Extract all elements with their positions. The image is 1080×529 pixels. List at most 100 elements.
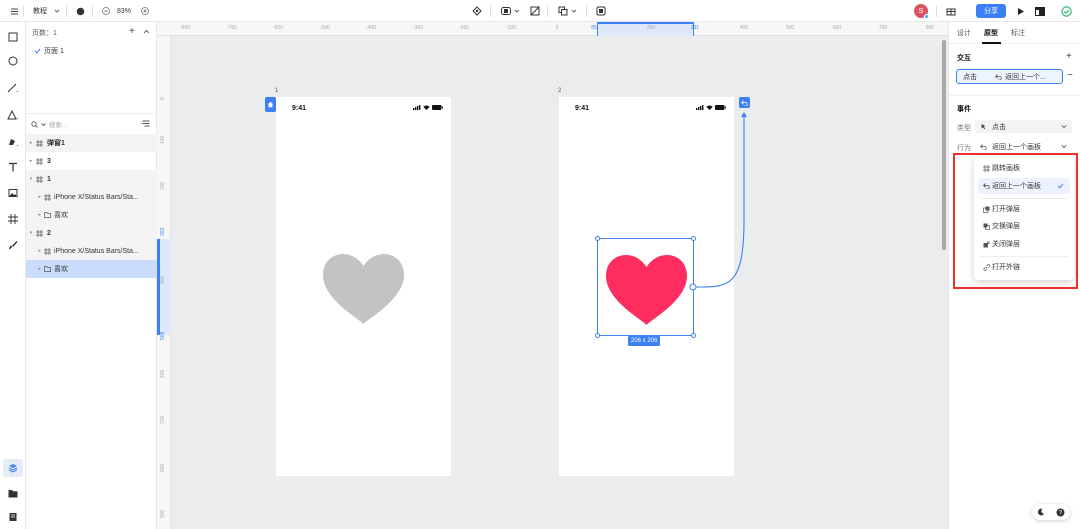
- interaction-link[interactable]: [687, 100, 757, 320]
- brush-tool-icon[interactable]: [5, 237, 21, 253]
- mask-chevron-icon[interactable]: [514, 0, 520, 22]
- ellipse-tool-icon[interactable]: [5, 53, 21, 69]
- frame-icon: [44, 193, 51, 201]
- avatar[interactable]: S: [914, 0, 929, 22]
- zoom-out-icon[interactable]: [102, 0, 110, 22]
- artboard-1[interactable]: 9:41: [276, 97, 451, 476]
- crop-icon[interactable]: [530, 0, 540, 22]
- share-button[interactable]: 分享: [976, 0, 1006, 22]
- layer-row[interactable]: ▸ 喜欢: [26, 206, 157, 224]
- tab-design[interactable]: 设计: [957, 28, 971, 38]
- library-book-icon[interactable]: [5, 509, 21, 525]
- interaction-action: 返回上一个...: [1005, 73, 1046, 81]
- layer-filter-icon[interactable]: [142, 120, 150, 129]
- frame-icon: [36, 139, 43, 147]
- tab-inspect[interactable]: 标注: [1011, 28, 1025, 38]
- help-icon[interactable]: ?: [1056, 508, 1065, 517]
- sync-status-icon: [1061, 0, 1072, 22]
- layer-row[interactable]: ▾ 1: [26, 170, 157, 188]
- frame-label: 2: [558, 88, 562, 94]
- action-select[interactable]: 返回上一个画板: [975, 140, 1072, 153]
- layer-row[interactable]: ▾ 2: [26, 224, 157, 242]
- tab-prototype[interactable]: 原型: [984, 28, 998, 38]
- layer-row[interactable]: ▸ iPhone X/Status Bars/Sta...: [26, 242, 157, 260]
- home-start-icon[interactable]: [265, 97, 276, 112]
- boolean-chevron-icon[interactable]: [571, 0, 577, 22]
- vertical-scrollbar[interactable]: [942, 40, 946, 250]
- status-icons: [413, 105, 443, 110]
- assets-folder-icon[interactable]: [5, 485, 21, 501]
- search-icon: [31, 120, 38, 128]
- add-page-icon[interactable]: +: [129, 26, 135, 37]
- page-count: 页数：1: [32, 30, 57, 37]
- back-arrow-icon: [995, 73, 1002, 80]
- page-item-label: 页面 1: [44, 48, 64, 55]
- ruler-tick-label: 509: [160, 331, 166, 340]
- image-tool-icon[interactable]: [5, 185, 21, 201]
- boolean-icon[interactable]: [558, 0, 568, 22]
- rectangle-tool-icon[interactable]: [5, 29, 21, 45]
- mask-icon[interactable]: [501, 0, 511, 22]
- ruler-tick-label: 303: [160, 227, 166, 236]
- zoom-in-icon[interactable]: [141, 0, 149, 22]
- action-label: 行为: [957, 145, 971, 152]
- status-time: 9:41: [575, 105, 590, 112]
- ruler-tick-label: 0: [555, 25, 559, 31]
- signal-icon: [413, 105, 421, 110]
- size-badge: 206 x 206: [628, 336, 661, 346]
- remove-interaction-icon[interactable]: −: [1067, 70, 1073, 81]
- ruler-tick-label: 700: [160, 415, 166, 424]
- layer-label: 2: [47, 229, 51, 237]
- layer-row-selected[interactable]: ▸ 喜欢: [26, 260, 157, 278]
- comment-icon[interactable]: [76, 0, 85, 22]
- heart-icon[interactable]: [323, 254, 404, 324]
- frame-icon[interactable]: [596, 0, 606, 22]
- layer-row[interactable]: ▸ 3: [26, 152, 157, 170]
- heart-icon[interactable]: [606, 255, 687, 325]
- file-name[interactable]: 教程: [33, 0, 47, 22]
- interaction-trigger: 点击: [963, 73, 977, 81]
- collapse-pages-icon[interactable]: [143, 28, 150, 37]
- type-select[interactable]: 点击: [975, 120, 1072, 133]
- ruler-tick-label: 600: [160, 369, 166, 378]
- selection-box[interactable]: [595, 236, 696, 338]
- frame-icon: [36, 175, 43, 183]
- action-value: 返回上一个画板: [992, 143, 1041, 151]
- file-menu-chevron-icon[interactable]: [54, 0, 60, 22]
- search-chevron-icon: [41, 122, 46, 126]
- play-icon[interactable]: [1016, 0, 1025, 22]
- text-tool-icon[interactable]: [5, 159, 21, 175]
- preview-window-icon[interactable]: [1035, 0, 1045, 22]
- pen-tool-icon[interactable]: [5, 134, 21, 150]
- tool-strip: [0, 22, 26, 529]
- frame-tool-icon[interactable]: [5, 211, 21, 227]
- ruler-tick-label: 291: [690, 25, 700, 31]
- battery-icon: [432, 105, 443, 110]
- menu-icon[interactable]: [10, 0, 19, 22]
- search-input[interactable]: 搜索...: [49, 119, 67, 129]
- back-target-icon[interactable]: [739, 97, 750, 108]
- zoom-level[interactable]: 83%: [117, 0, 131, 22]
- share-label: 分享: [976, 4, 1006, 18]
- event-title: 事件: [957, 106, 971, 113]
- layers-panel-icon[interactable]: [3, 459, 23, 477]
- page-item[interactable]: 页面 1: [34, 46, 64, 56]
- highlight-annotation: [953, 153, 1078, 289]
- layer-search[interactable]: 搜索...: [31, 119, 67, 129]
- component-icon[interactable]: [472, 0, 482, 22]
- folder-icon: [44, 266, 51, 272]
- gift-icon[interactable]: [946, 0, 956, 22]
- line-tool-icon[interactable]: [5, 80, 21, 96]
- chevron-down-icon: [1061, 124, 1067, 129]
- add-interaction-icon[interactable]: +: [1066, 51, 1072, 62]
- moon-icon[interactable]: [1037, 508, 1045, 516]
- ruler-tick-label: -700: [226, 25, 238, 31]
- ruler-tick-label: 800: [160, 463, 166, 472]
- layer-row[interactable]: ▸ iPhone X/Status Bars/Sta...: [26, 188, 157, 206]
- canvas[interactable]: -800 -700 -600 -500 -400 -300 -200 -100 0 85 200 29…: [157, 22, 948, 529]
- layer-row[interactable]: ▸ 弹窗1: [26, 134, 157, 152]
- ruler-tick-label: 500: [785, 25, 795, 31]
- triangle-tool-icon[interactable]: [5, 107, 21, 123]
- layer-label: 喜欢: [54, 212, 68, 219]
- interaction-item[interactable]: 点击 返回上一个...: [956, 69, 1063, 84]
